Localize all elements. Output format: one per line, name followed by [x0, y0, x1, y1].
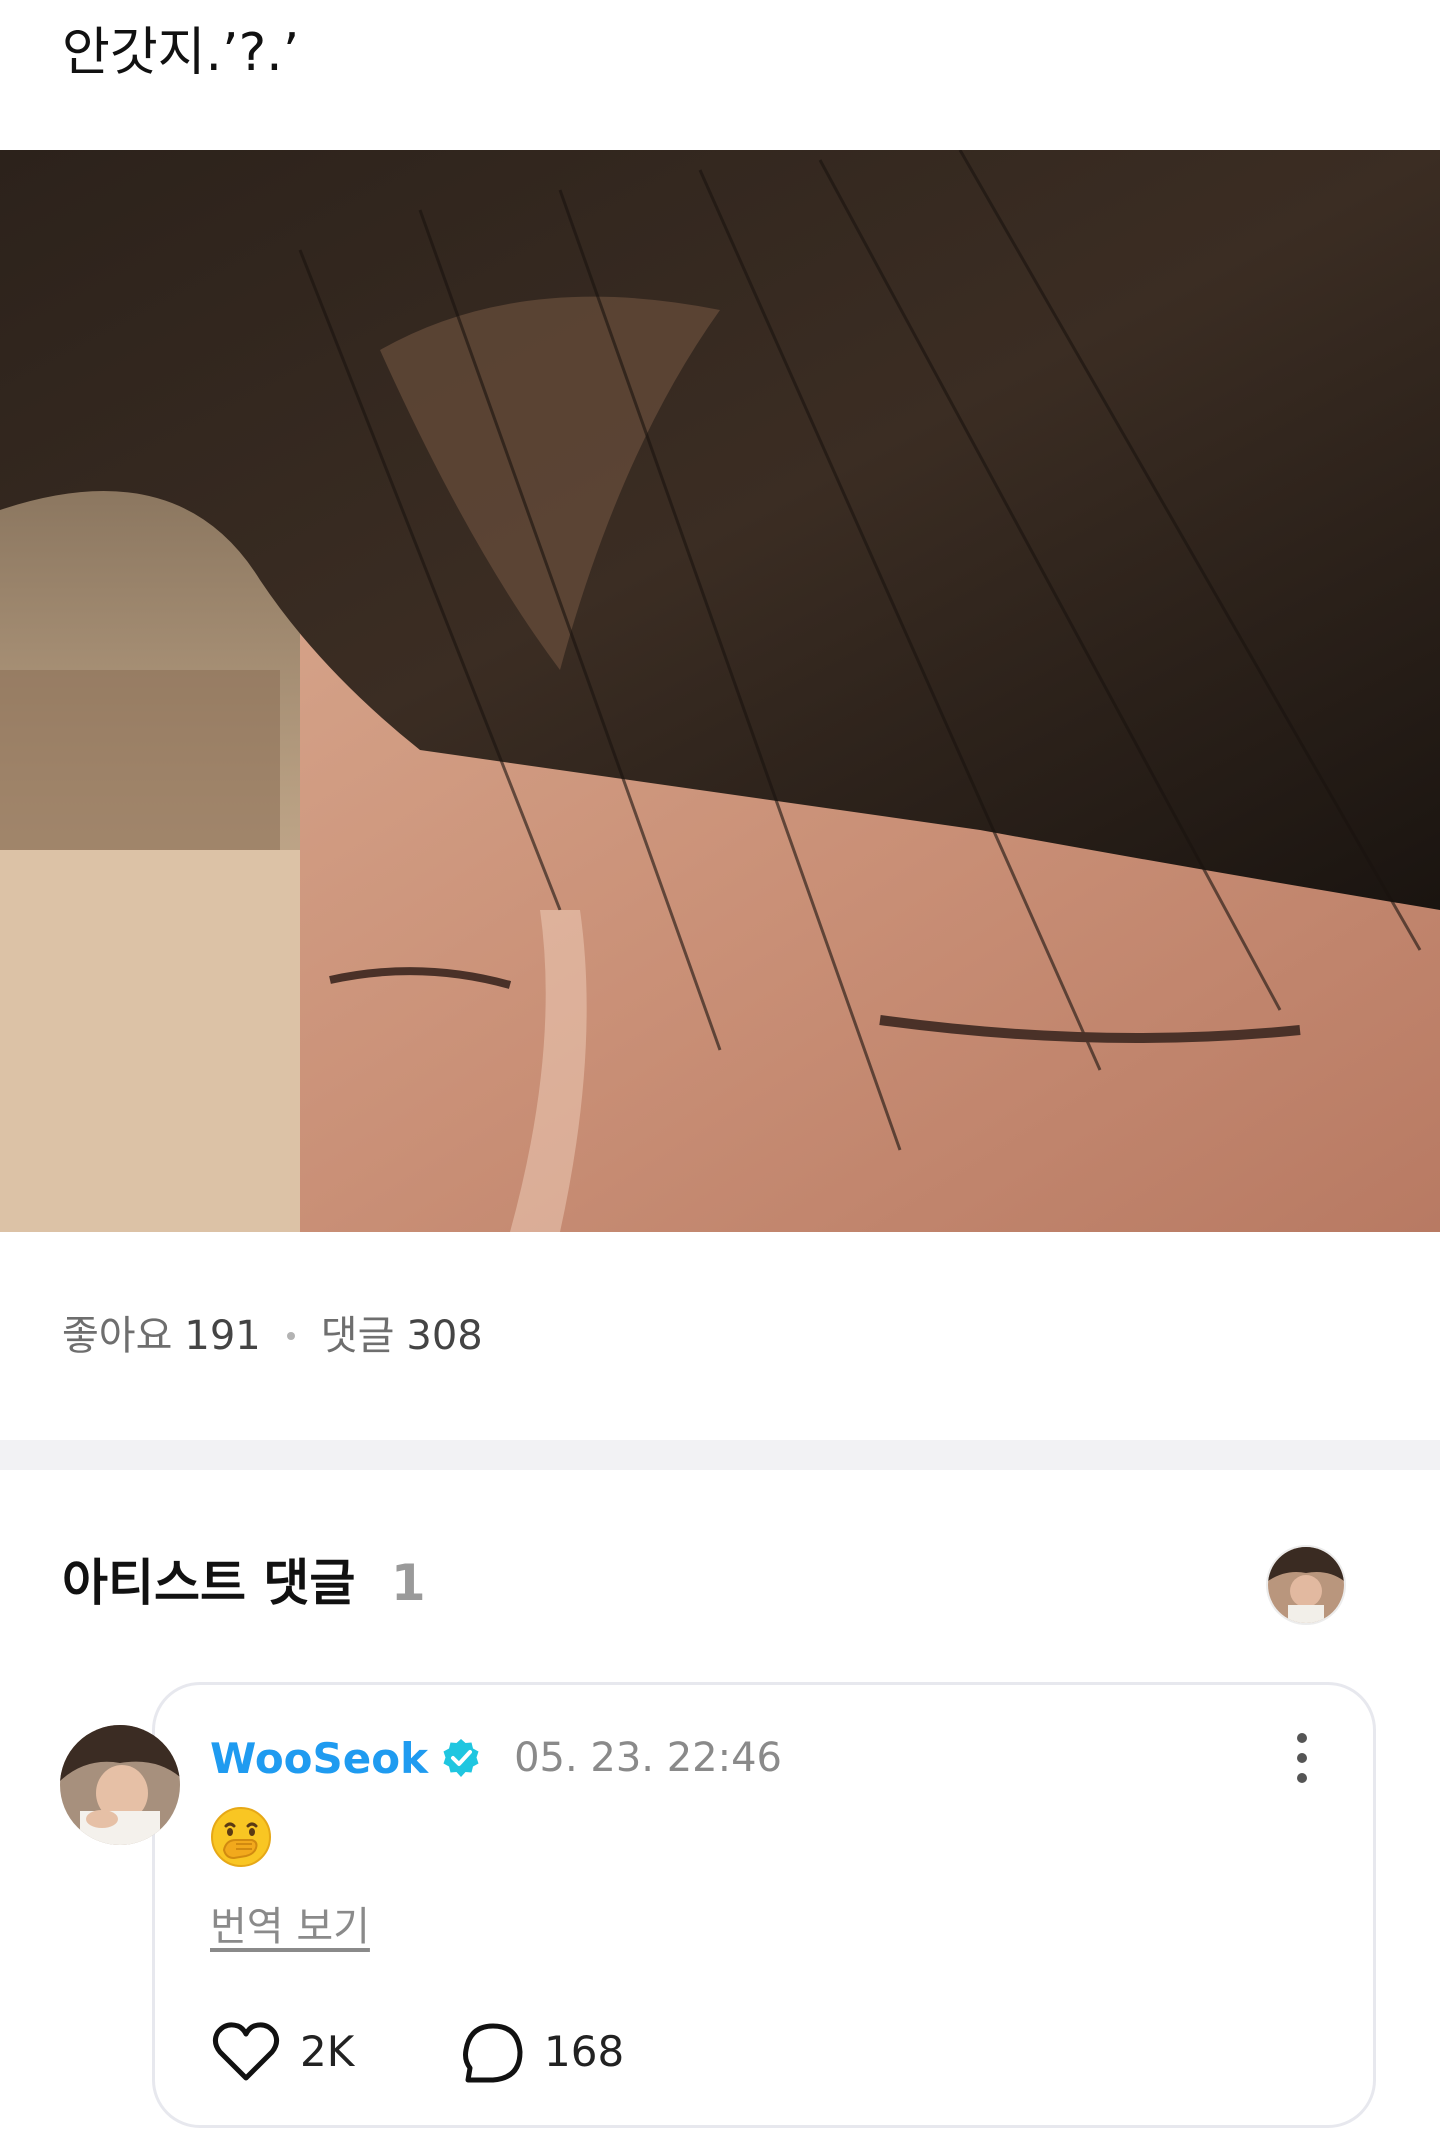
separator-dot — [286, 1332, 295, 1340]
translate-link[interactable]: 번역 보기 — [210, 1894, 370, 1952]
comments-label[interactable]: 댓글 — [321, 1308, 395, 1364]
comment-author-row: WooSeok 05. 23. 22:46 — [210, 1728, 782, 1788]
more-options-icon[interactable] — [1290, 1730, 1314, 1786]
likes-label: 좋아요 — [62, 1313, 173, 1359]
comment-reply-count: 168 — [544, 2027, 625, 2076]
section-divider — [0, 1440, 1440, 1470]
verified-badge-icon — [443, 1739, 479, 1777]
artist-comments-count: 1 — [390, 1554, 426, 1612]
post-stats: 좋아요 191 댓글 308 — [62, 1308, 483, 1364]
face-with-hand-over-mouth-emoji-icon — [211, 1807, 271, 1867]
comments-count[interactable]: 308 — [406, 1308, 482, 1364]
post-photo[interactable] — [0, 150, 1440, 1232]
commenter-avatar[interactable] — [60, 1725, 180, 1845]
comment-like-count: 2K — [300, 2027, 355, 2076]
post-text: 안갓지.’?.’ — [62, 23, 300, 83]
artist-comments-title: 아티스트 댓글 1 — [62, 1550, 426, 1616]
artist-comments-label: 아티스트 댓글 — [62, 1554, 356, 1612]
comment-bubble-icon[interactable] — [460, 2020, 526, 2086]
comment-author-name[interactable]: WooSeok — [210, 1734, 428, 1783]
comment-timestamp: 05. 23. 22:46 — [514, 1735, 782, 1781]
heart-icon[interactable] — [210, 2020, 282, 2084]
likes-count: 191 — [184, 1313, 261, 1359]
artist-avatar-small[interactable] — [1266, 1545, 1346, 1625]
